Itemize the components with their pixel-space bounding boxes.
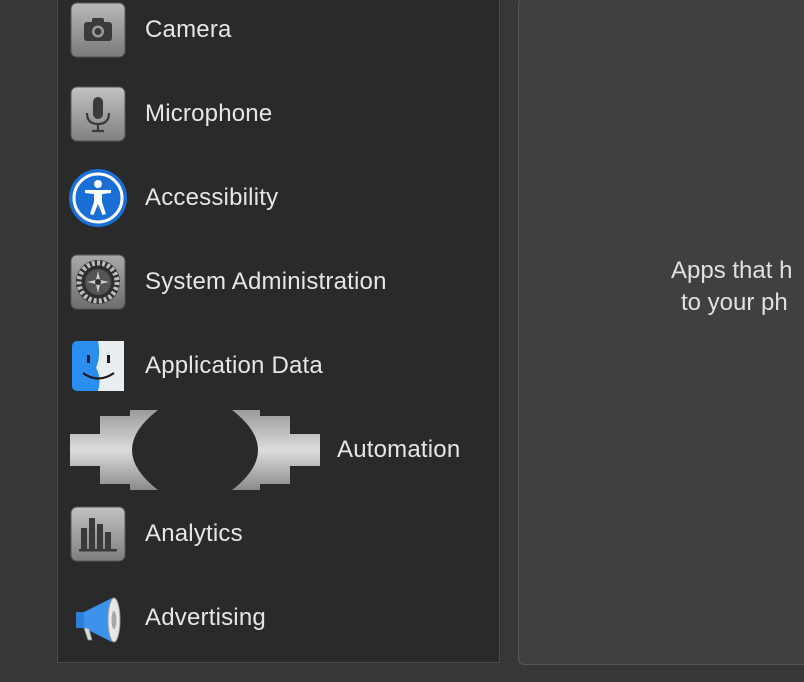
accessibility-icon bbox=[69, 169, 127, 227]
sidebar-item-label: System Administration bbox=[145, 268, 387, 295]
sidebar-item-label: Application Data bbox=[145, 352, 323, 379]
system-preferences-gear-icon bbox=[70, 254, 126, 310]
sidebar-item-label: Camera bbox=[145, 16, 232, 43]
sidebar-item-system-administration[interactable]: System Administration bbox=[58, 240, 499, 324]
sidebar-item-label: Accessibility bbox=[145, 184, 279, 211]
megaphone-icon bbox=[70, 590, 126, 646]
sidebar-item-label: Advertising bbox=[145, 604, 266, 631]
empty-state-message: Apps that h to your ph bbox=[671, 255, 804, 319]
sidebar-item-analytics[interactable]: Analytics bbox=[58, 492, 499, 576]
microphone-icon bbox=[70, 86, 126, 142]
automation-gear-icon bbox=[70, 410, 320, 490]
sidebar-item-microphone[interactable]: Microphone bbox=[58, 72, 499, 156]
finder-icon bbox=[70, 338, 126, 394]
sidebar-item-label: Analytics bbox=[145, 520, 243, 547]
sidebar-item-label: Microphone bbox=[145, 100, 273, 127]
sidebar-item-camera[interactable]: Camera bbox=[58, 0, 499, 72]
camera-icon bbox=[70, 2, 126, 58]
sidebar-item-automation[interactable]: Automation bbox=[58, 408, 499, 492]
sidebar-item-accessibility[interactable]: Accessibility bbox=[58, 156, 499, 240]
empty-state-line-1: Apps that h bbox=[671, 257, 793, 284]
empty-state-line-2: to your ph bbox=[681, 289, 788, 316]
detail-panel: Apps that h to your ph bbox=[518, 0, 804, 665]
sidebar-item-application-data[interactable]: Application Data bbox=[58, 324, 499, 408]
analytics-bar-chart-icon bbox=[70, 506, 126, 562]
sidebar-item-advertising[interactable]: Advertising bbox=[58, 576, 499, 660]
privacy-category-sidebar[interactable]: Camera Microphone Accessibility System A… bbox=[57, 0, 500, 663]
sidebar-item-label: Automation bbox=[337, 436, 461, 463]
